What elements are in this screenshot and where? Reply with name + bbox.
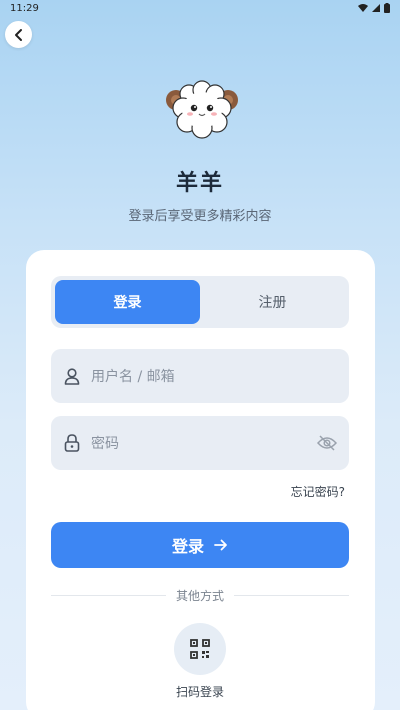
divider-line-right — [234, 594, 350, 596]
password-placeholder: 密码 — [91, 436, 119, 452]
eye-off-icon[interactable] — [317, 433, 337, 453]
qr-login-label: 扫码登录 — [175, 685, 224, 699]
status-bar: 11:29 — [0, 0, 400, 16]
status-time: 11:29 — [10, 2, 39, 14]
username-placeholder: 用户名 / 邮箱 — [91, 369, 175, 385]
sheep-mascot-icon — [166, 80, 238, 139]
username-field[interactable]: 用户名 / 邮箱 — [51, 349, 349, 403]
login-button-label: 登录 — [171, 537, 204, 556]
app-title: 羊羊 — [175, 171, 224, 196]
user-icon — [63, 367, 81, 385]
back-icon — [14, 28, 22, 41]
login-button[interactable]: 登录 — [51, 522, 349, 568]
wifi-icon — [358, 4, 368, 12]
status-icons — [358, 3, 390, 13]
back-button[interactable] — [5, 21, 32, 48]
tab-login[interactable]: 登录 — [55, 280, 200, 324]
app-subtitle: 登录后享受更多精彩内容 — [128, 209, 272, 224]
auth-tabs: 登录 注册 — [51, 276, 349, 328]
signal-icon — [372, 4, 380, 12]
other-methods-divider: 其他方式 — [51, 588, 350, 603]
password-field[interactable]: 密码 — [51, 416, 349, 470]
tab-register[interactable]: 注册 — [200, 280, 345, 324]
login-card: 登录 注册 用户名 / 邮箱 密码 忘记密码? 登录 其他方式 扫码登录 — [26, 250, 375, 710]
lock-icon — [63, 434, 81, 452]
divider-line-left — [51, 594, 166, 596]
divider-label: 其他方式 — [176, 588, 225, 603]
qr-login-button[interactable] — [174, 623, 226, 675]
forgot-password-link[interactable]: 忘记密码? — [291, 483, 345, 500]
arrow-right-icon — [214, 539, 227, 551]
qr-code-icon — [190, 639, 210, 659]
battery-icon — [384, 3, 390, 13]
